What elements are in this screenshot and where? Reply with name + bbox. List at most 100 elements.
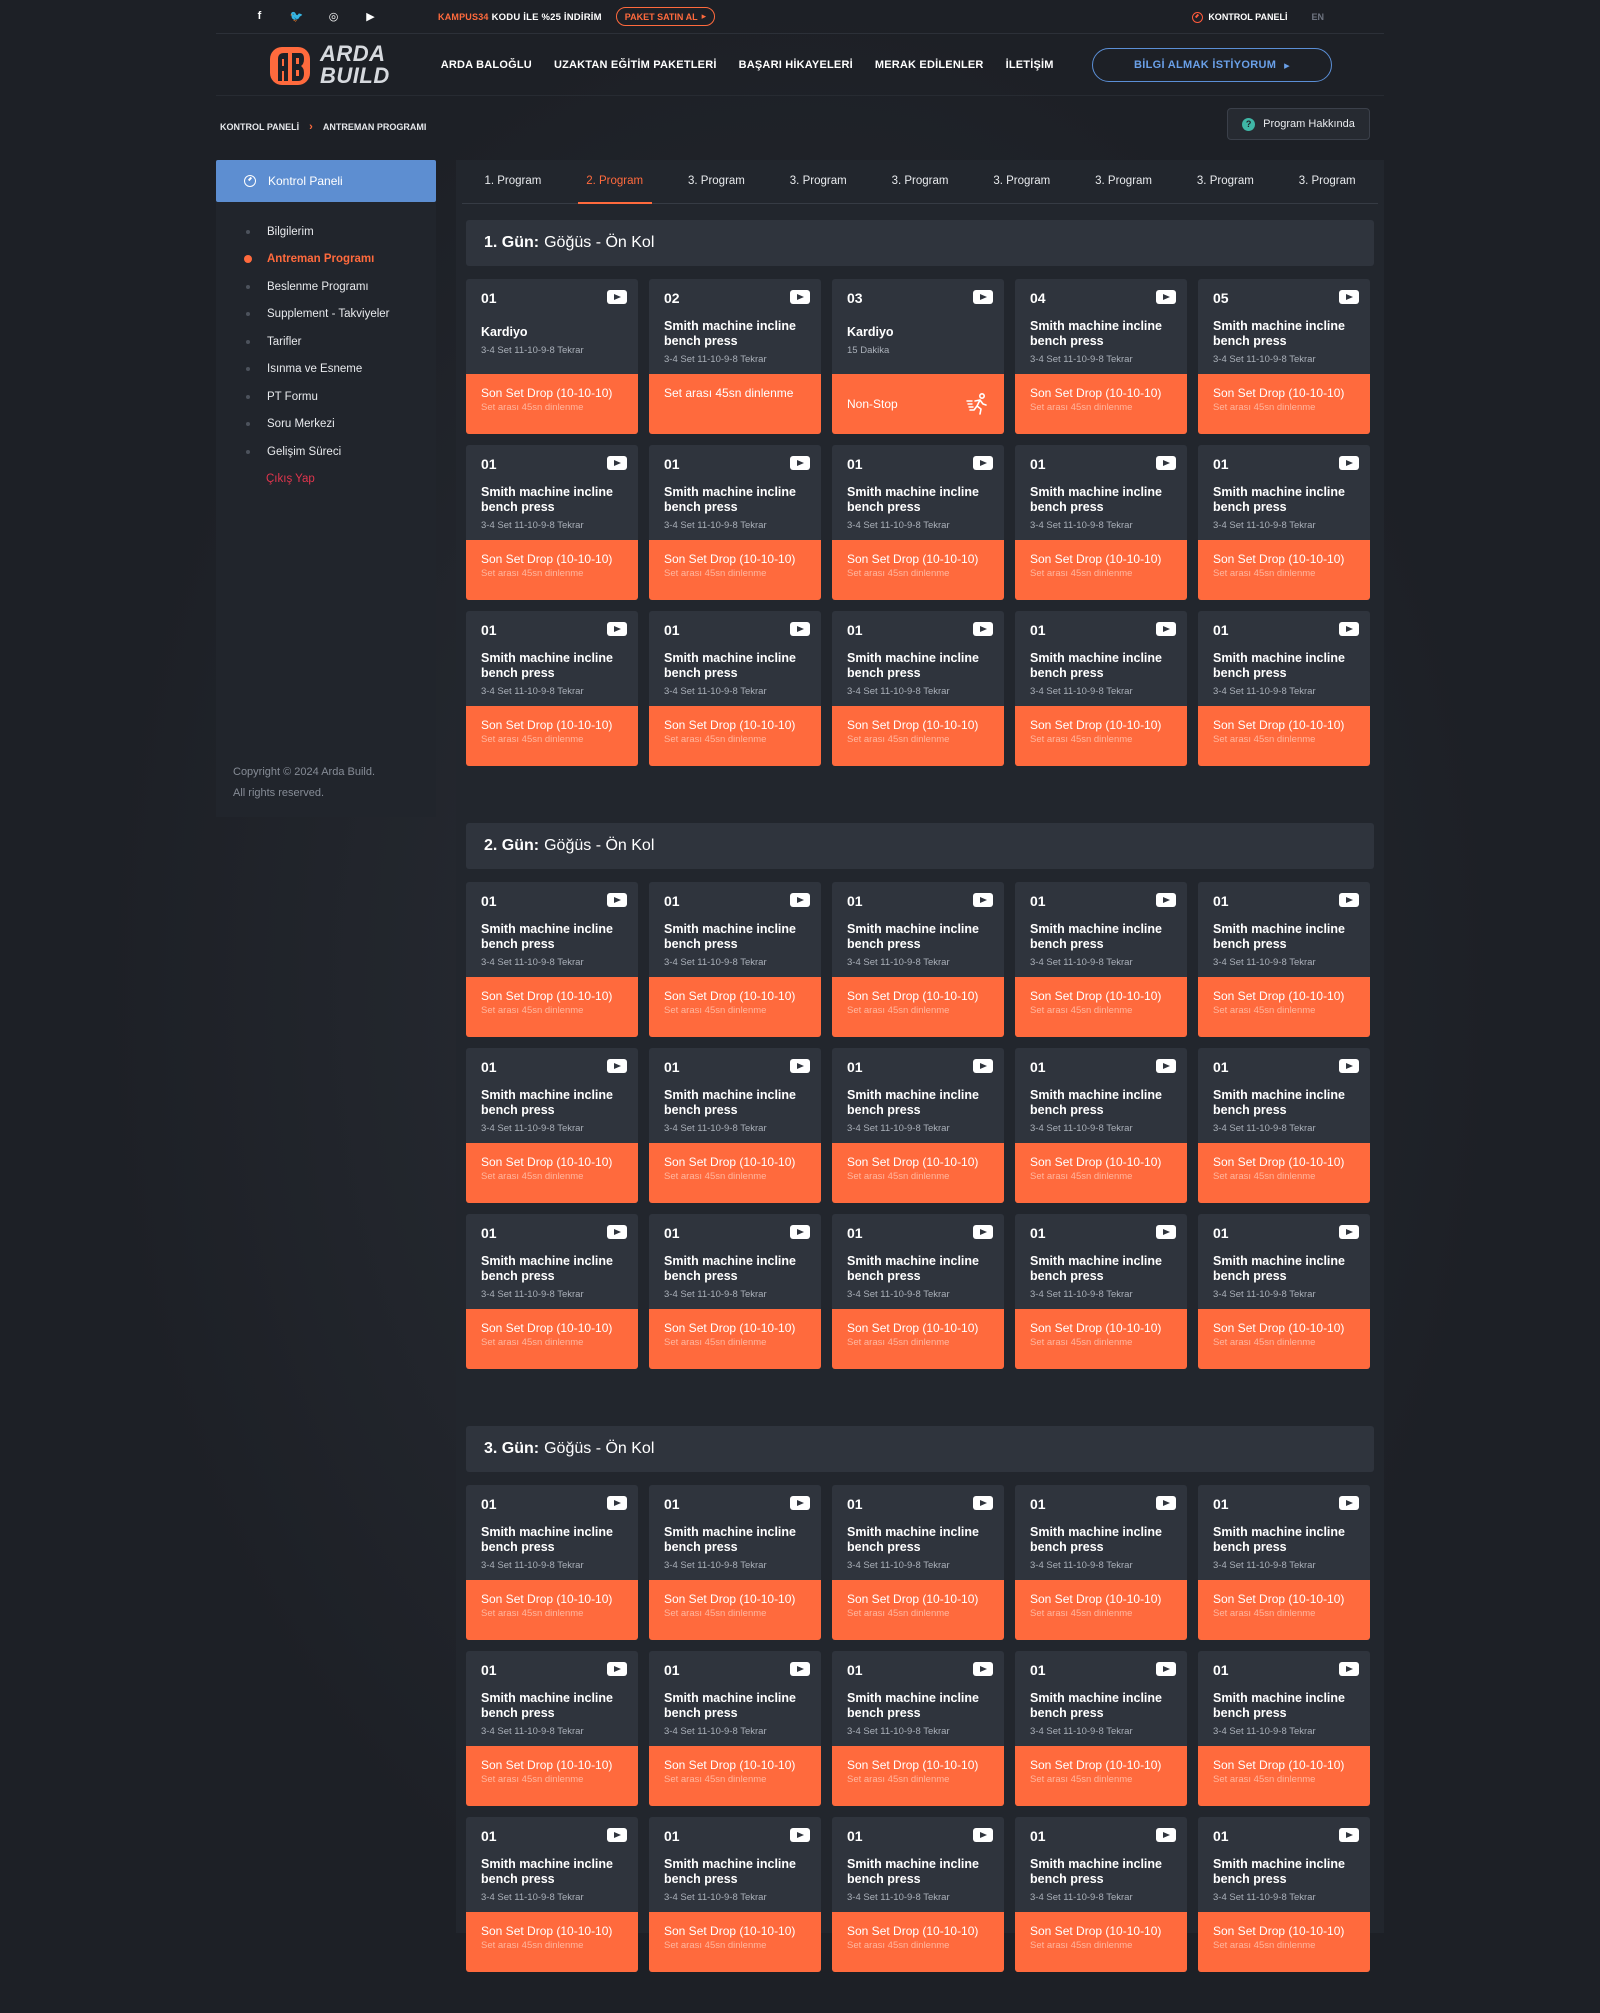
youtube-play-icon[interactable] [973, 622, 993, 636]
program-tab[interactable]: 2. Program [564, 160, 666, 204]
nav-item[interactable]: ARDA BALOĞLU [441, 59, 532, 71]
youtube-play-icon[interactable] [607, 290, 627, 304]
logo[interactable]: ARDA BUILD [268, 42, 390, 87]
youtube-play-icon[interactable] [973, 456, 993, 470]
exercise-card[interactable]: 01 Smith machine incline bench press 3-4 S… [1015, 1817, 1187, 1972]
exercise-card[interactable]: 01 Smith machine incline bench press 3-4 S… [1198, 1817, 1370, 1972]
youtube-play-icon[interactable] [973, 1828, 993, 1842]
youtube-play-icon[interactable] [973, 1225, 993, 1239]
youtube-play-icon[interactable] [973, 893, 993, 907]
program-tab[interactable]: 3. Program [971, 160, 1073, 203]
youtube-play-icon[interactable] [607, 456, 627, 470]
exercise-card[interactable]: 01 Smith machine incline bench press 3-4 S… [649, 1048, 821, 1203]
sidebar-item[interactable]: Çıkış Yap [216, 466, 436, 494]
exercise-card[interactable]: 05 Smith machine incline bench press 3-4 S… [1198, 279, 1370, 434]
youtube-play-icon[interactable] [790, 1496, 810, 1510]
youtube-play-icon[interactable] [1156, 1828, 1176, 1842]
control-panel-link[interactable]: KONTROL PANELİ [1192, 11, 1287, 23]
info-request-button[interactable]: BİLGİ ALMAK İSTİYORUM ▸ [1092, 48, 1332, 82]
exercise-card[interactable]: 02 Smith machine incline bench press 3-4 S… [649, 279, 821, 434]
youtube-play-icon[interactable] [1156, 1496, 1176, 1510]
twitter-icon[interactable]: 🐦 [278, 10, 315, 23]
breadcrumb-root[interactable]: KONTROL PANELİ [220, 122, 299, 132]
exercise-card[interactable]: 01 Smith machine incline bench press 3-4 S… [832, 611, 1004, 766]
youtube-play-icon[interactable] [790, 290, 810, 304]
exercise-card[interactable]: 01 Smith machine incline bench press 3-4 S… [649, 1817, 821, 1972]
youtube-play-icon[interactable] [973, 1496, 993, 1510]
exercise-card[interactable]: 01 Smith machine incline bench press 3-4 S… [832, 1214, 1004, 1369]
youtube-play-icon[interactable] [1156, 893, 1176, 907]
youtube-play-icon[interactable] [790, 456, 810, 470]
sidebar-item[interactable]: PT Formu [216, 383, 436, 411]
youtube-play-icon[interactable] [607, 622, 627, 636]
exercise-card[interactable]: 01 Smith machine incline bench press 3-4 S… [649, 1214, 821, 1369]
youtube-play-icon[interactable] [1339, 1225, 1359, 1239]
instagram-icon[interactable]: ◎ [315, 10, 352, 23]
exercise-card[interactable]: 01 Smith machine incline bench press 3-4 S… [649, 445, 821, 600]
youtube-play-icon[interactable] [1156, 1059, 1176, 1073]
youtube-play-icon[interactable] [790, 1662, 810, 1676]
program-tab[interactable]: 3. Program [1276, 160, 1378, 203]
exercise-card[interactable]: 01 Smith machine incline bench press 3-4 S… [1198, 882, 1370, 1037]
youtube-play-icon[interactable] [973, 1059, 993, 1073]
nav-item[interactable]: İLETİŞİM [1006, 59, 1054, 71]
exercise-card[interactable]: 01 Smith machine incline bench press 3-4 S… [466, 1817, 638, 1972]
program-tab[interactable]: 3. Program [1073, 160, 1175, 203]
exercise-card[interactable]: 01 Smith machine incline bench press 3-4 S… [1198, 445, 1370, 600]
youtube-play-icon[interactable] [607, 1225, 627, 1239]
sidebar-item[interactable]: Antreman Programı [216, 246, 436, 274]
exercise-card[interactable]: 01 Smith machine incline bench press 3-4 S… [466, 1048, 638, 1203]
youtube-play-icon[interactable] [1156, 622, 1176, 636]
exercise-card[interactable]: 01 Smith machine incline bench press 3-4 S… [832, 1485, 1004, 1640]
program-tab[interactable]: 3. Program [1174, 160, 1276, 203]
youtube-play-icon[interactable] [790, 622, 810, 636]
youtube-play-icon[interactable] [1339, 1828, 1359, 1842]
nav-item[interactable]: MERAK EDİLENLER [875, 59, 984, 71]
youtube-icon[interactable]: ▶ [352, 10, 389, 23]
youtube-play-icon[interactable] [1339, 456, 1359, 470]
exercise-card[interactable]: 01 Smith machine incline bench press 3-4 S… [466, 1214, 638, 1369]
youtube-play-icon[interactable] [1339, 1059, 1359, 1073]
nav-item[interactable]: UZAKTAN EĞİTİM PAKETLERİ [554, 59, 717, 71]
youtube-play-icon[interactable] [790, 893, 810, 907]
nav-item[interactable]: BAŞARI HİKAYELERİ [739, 59, 853, 71]
exercise-card[interactable]: 01 Smith machine incline bench press 3-4 S… [649, 611, 821, 766]
facebook-icon[interactable]: f [241, 10, 278, 23]
exercise-card[interactable]: 01 Smith machine incline bench press 3-4 S… [1198, 1651, 1370, 1806]
exercise-card[interactable]: 01 Smith machine incline bench press 3-4 S… [832, 1817, 1004, 1972]
exercise-card[interactable]: 01 Smith machine incline bench press 3-4 S… [1198, 1214, 1370, 1369]
youtube-play-icon[interactable] [1156, 290, 1176, 304]
program-tab[interactable]: 1. Program [462, 160, 564, 203]
exercise-card[interactable]: 01 Smith machine incline bench press 3-4 S… [832, 1651, 1004, 1806]
youtube-play-icon[interactable] [1339, 290, 1359, 304]
program-tab[interactable]: 3. Program [767, 160, 869, 203]
exercise-card[interactable]: 01 Smith machine incline bench press 3-4 S… [832, 882, 1004, 1037]
youtube-play-icon[interactable] [790, 1828, 810, 1842]
exercise-card[interactable]: 01 Smith machine incline bench press 3-4 S… [1198, 1048, 1370, 1203]
youtube-play-icon[interactable] [607, 1662, 627, 1676]
sidebar-item[interactable]: Gelişim Süreci [216, 438, 436, 466]
youtube-play-icon[interactable] [1156, 1225, 1176, 1239]
sidebar-item[interactable]: Soru Merkezi [216, 411, 436, 439]
youtube-play-icon[interactable] [1339, 622, 1359, 636]
youtube-play-icon[interactable] [607, 1059, 627, 1073]
youtube-play-icon[interactable] [607, 1828, 627, 1842]
exercise-card[interactable]: 01 Smith machine incline bench press 3-4 S… [1015, 882, 1187, 1037]
program-tab[interactable]: 3. Program [869, 160, 971, 203]
sidebar-item[interactable]: Tarifler [216, 328, 436, 356]
exercise-card[interactable]: 03 Kardiyo 15 Dakika Non-Stop [832, 279, 1004, 434]
language-switch[interactable]: EN [1311, 12, 1324, 22]
youtube-play-icon[interactable] [790, 1225, 810, 1239]
sidebar-item[interactable]: Isınma ve Esneme [216, 356, 436, 384]
youtube-play-icon[interactable] [973, 290, 993, 304]
exercise-card[interactable]: 01 Smith machine incline bench press 3-4 S… [1015, 1651, 1187, 1806]
exercise-card[interactable]: 01 Smith machine incline bench press 3-4 S… [466, 1485, 638, 1640]
youtube-play-icon[interactable] [607, 1496, 627, 1510]
exercise-card[interactable]: 01 Smith machine incline bench press 3-4 S… [1015, 1214, 1187, 1369]
exercise-card[interactable]: 01 Smith machine incline bench press 3-4 S… [466, 882, 638, 1037]
sidebar-head-control-panel[interactable]: Kontrol Paneli [216, 160, 436, 202]
youtube-play-icon[interactable] [790, 1059, 810, 1073]
youtube-play-icon[interactable] [1339, 893, 1359, 907]
exercise-card[interactable]: 01 Smith machine incline bench press 3-4 S… [1015, 611, 1187, 766]
exercise-card[interactable]: 01 Smith machine incline bench press 3-4 S… [649, 1485, 821, 1640]
